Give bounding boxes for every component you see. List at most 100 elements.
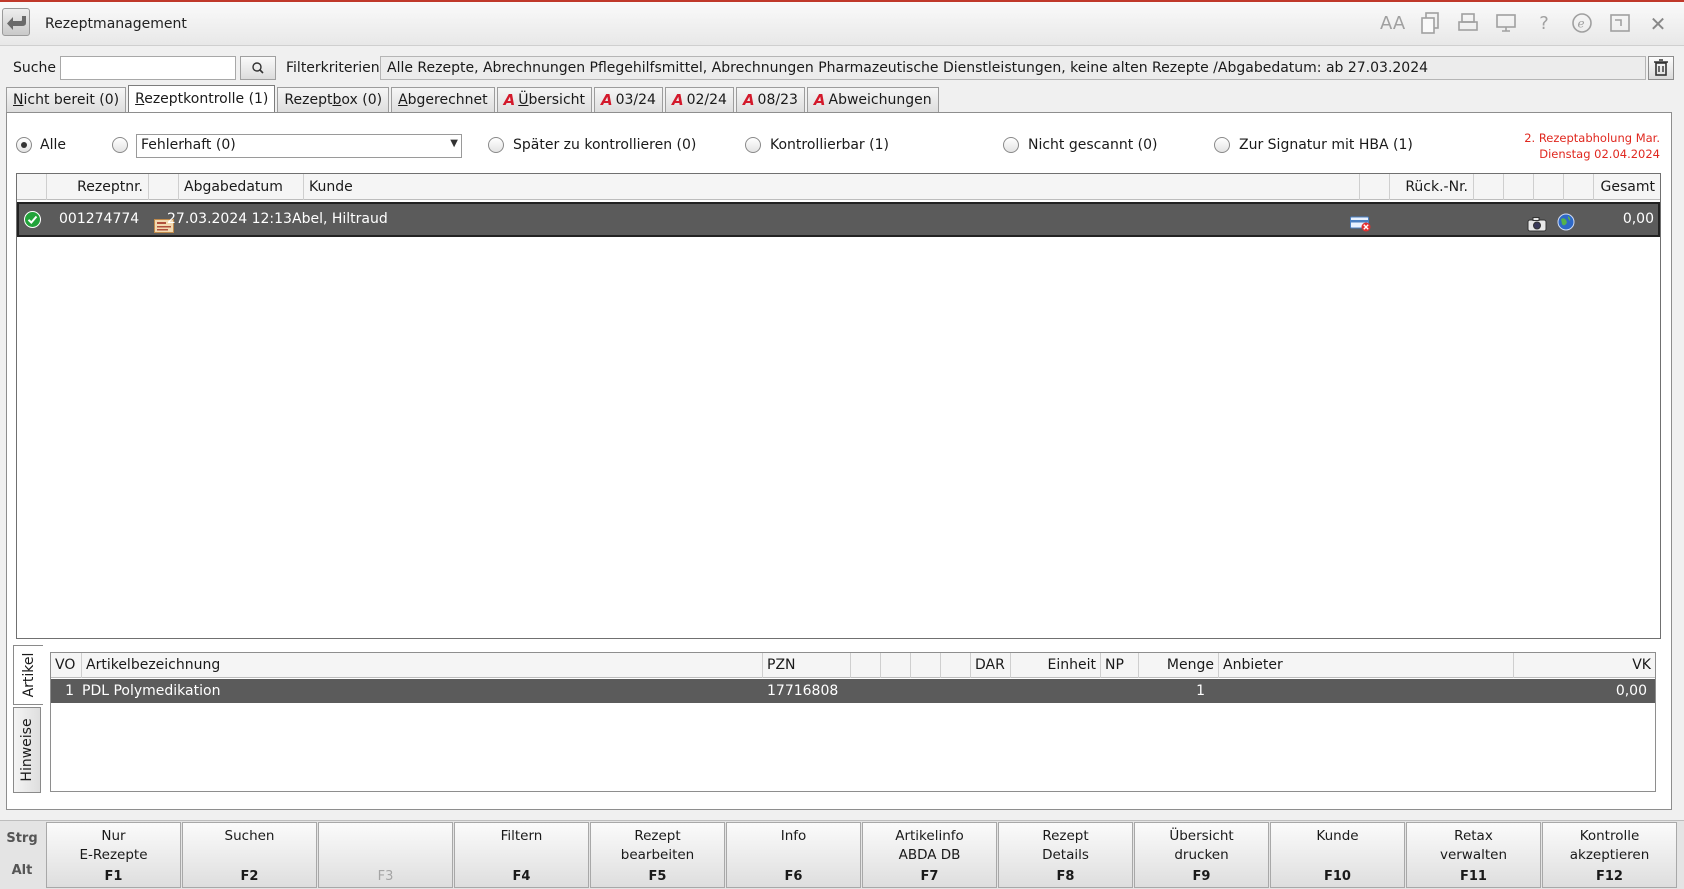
radio-nicht-gescannt[interactable]	[1003, 137, 1019, 153]
back-arrow-icon	[7, 16, 26, 30]
radio-signatur-label[interactable]: Zur Signatur mit HBA (1)	[1239, 137, 1413, 153]
modifier-strg[interactable]: Strg	[0, 831, 44, 846]
radio-spaeter[interactable]	[488, 137, 504, 153]
fehlerhaft-dropdown-value: Fehlerhaft (0)	[141, 137, 236, 153]
back-button[interactable]	[2, 8, 30, 36]
radio-nicht-gescannt-label[interactable]: Nicht gescannt (0)	[1028, 137, 1157, 153]
search-input[interactable]	[60, 56, 236, 80]
abda-logo-icon: A	[813, 91, 826, 109]
col-card[interactable]	[1360, 174, 1390, 200]
tab-08-23[interactable]: A 08/23	[735, 87, 805, 112]
tab-abweichungen[interactable]: A Abweichungen	[806, 87, 939, 112]
close-icon[interactable]: ✕	[1646, 12, 1670, 36]
search-label: Suche	[13, 60, 56, 76]
col-anbieter[interactable]: Anbieter	[1219, 653, 1514, 678]
f1-nur-e-rezepte-button[interactable]: Nur E-Rezepte F1	[46, 822, 181, 888]
check-ok-icon	[24, 211, 41, 229]
monitor-icon[interactable]	[1494, 12, 1518, 36]
col-scan[interactable]	[1534, 174, 1564, 200]
radio-spaeter-label[interactable]: Später zu kontrollieren (0)	[513, 137, 696, 153]
print-icon[interactable]	[1456, 12, 1480, 36]
f12-kontrolle-akzeptieren-button[interactable]: Kontrolle akzeptieren F12	[1542, 822, 1677, 888]
magnifier-icon	[252, 62, 264, 74]
f3-button[interactable]: F3	[318, 822, 453, 888]
col-einheit[interactable]: Einheit	[1011, 653, 1101, 678]
f2-suchen-button[interactable]: Suchen F2	[182, 822, 317, 888]
tab-uebersicht[interactable]: A Übersicht	[496, 87, 592, 112]
f9-uebersicht-drucken-button[interactable]: Übersicht drucken F9	[1134, 822, 1269, 888]
col-dar[interactable]: DAR	[971, 653, 1011, 678]
col-blank-d[interactable]	[941, 653, 971, 678]
col-artikelbezeichnung[interactable]: Artikelbezeichnung	[82, 653, 763, 678]
cell-rezeptnr: 001274774	[59, 211, 140, 227]
cell-vo: 1	[65, 683, 74, 699]
article-grid: VO Artikelbezeichnung PZN DAR Einheit NP…	[50, 652, 1656, 792]
article-grid-header: VO Artikelbezeichnung PZN DAR Einheit NP…	[51, 653, 1655, 678]
f10-kunde-button[interactable]: Kunde F10	[1270, 822, 1405, 888]
search-button[interactable]	[240, 56, 276, 80]
radio-kontrollierbar-label[interactable]: Kontrollierbar (1)	[770, 137, 889, 153]
tab-hinweise[interactable]: Hinweise	[13, 707, 41, 793]
function-key-bar: Strg Alt Nur E-Rezepte F1 Suchen F2 F3 Fil…	[0, 820, 1684, 889]
grid-header: Rezeptnr. Abgabedatum Kunde Rück.-Nr. Ge…	[17, 174, 1660, 200]
modifier-alt[interactable]: Alt	[0, 863, 44, 878]
col-np[interactable]: NP	[1101, 653, 1139, 678]
f5-rezept-bearbeiten-button[interactable]: Rezept bearbeiten F5	[590, 822, 725, 888]
globe-icon	[1557, 211, 1575, 231]
col-blank-1[interactable]	[1474, 174, 1504, 200]
col-blank-2[interactable]	[1504, 174, 1534, 200]
f7-artikelinfo-button[interactable]: Artikelinfo ABDA DB F7	[862, 822, 997, 888]
tab-abgerechnet[interactable]: Abgerechnet	[391, 87, 495, 112]
tab-03-24[interactable]: A 03/24	[594, 87, 663, 112]
title-toolbar: AA ? e ✕	[1380, 12, 1670, 36]
col-kunde[interactable]: Kunde	[304, 174, 1360, 200]
radio-fehlerhaft[interactable]	[112, 137, 128, 153]
prescription-grid: Rezeptnr. Abgabedatum Kunde Rück.-Nr. Ge…	[16, 173, 1661, 639]
col-gesamt[interactable]: Gesamt	[1594, 174, 1660, 200]
e-icon[interactable]: e	[1570, 12, 1594, 36]
f6-info-button[interactable]: Info F6	[726, 822, 861, 888]
col-vo[interactable]: VO	[51, 653, 82, 678]
radio-kontrollierbar[interactable]	[745, 137, 761, 153]
col-pzn[interactable]: PZN	[763, 653, 851, 678]
col-status[interactable]	[17, 174, 47, 200]
tab-rezeptbox[interactable]: Rezeptbox (0)	[277, 87, 390, 112]
tab-nicht-bereit[interactable]: Nicht bereit (0)	[6, 87, 127, 112]
col-menge[interactable]: Menge	[1139, 653, 1219, 678]
col-abgabedatum[interactable]: Abgabedatum	[179, 174, 304, 200]
radio-alle[interactable]	[16, 137, 32, 153]
col-vk[interactable]: VK	[1514, 653, 1655, 678]
tab-bar: Nicht bereit (0) Rezeptkontrolle (1) Rez…	[6, 85, 941, 112]
table-row[interactable]: 1 PDL Polymedikation 17716808 1 0,00	[51, 679, 1655, 703]
col-blank-b[interactable]	[881, 653, 911, 678]
f11-retax-verwalten-button[interactable]: Retax verwalten F11	[1406, 822, 1541, 888]
radio-alle-label[interactable]: Alle	[40, 137, 66, 153]
col-blank-a[interactable]	[851, 653, 881, 678]
svg-text:e: e	[1578, 17, 1585, 31]
filter-criteria-field[interactable]: Alle Rezepte, Abrechnungen Pflegehilfsmi…	[380, 56, 1646, 80]
col-blank-c[interactable]	[911, 653, 941, 678]
abda-logo-icon: A	[671, 91, 684, 109]
col-type[interactable]	[149, 174, 179, 200]
filter-label: Filterkriterien	[286, 60, 380, 76]
col-rezeptnr[interactable]: Rezeptnr.	[47, 174, 149, 200]
fehlerhaft-dropdown[interactable]: Fehlerhaft (0) ▼	[136, 134, 462, 158]
col-rueck-nr[interactable]: Rück.-Nr.	[1390, 174, 1474, 200]
font-size-icon[interactable]: AA	[1380, 12, 1405, 36]
pickup-info: 2. Rezeptabholung Mar. Dienstag 02.04.20…	[1524, 131, 1660, 161]
copy-icon[interactable]	[1418, 12, 1442, 36]
tab-artikel[interactable]: Artikel	[13, 645, 43, 705]
radio-signatur[interactable]	[1214, 137, 1230, 153]
f4-filtern-button[interactable]: Filtern F4	[454, 822, 589, 888]
clear-filter-button[interactable]	[1648, 56, 1674, 80]
cell-menge: 1	[1196, 683, 1205, 699]
help-icon[interactable]: ?	[1532, 12, 1556, 36]
f8-rezept-details-button[interactable]: Rezept Details F8	[998, 822, 1133, 888]
window-icon[interactable]	[1608, 12, 1632, 36]
cell-vk: 0,00	[1615, 683, 1647, 699]
table-row[interactable]: 001274774 27.03.2024 12:13 Abel, Hiltrau…	[17, 202, 1660, 237]
card-error-icon	[1350, 212, 1372, 232]
tab-02-24[interactable]: A 02/24	[664, 87, 734, 112]
tab-rezeptkontrolle[interactable]: Rezeptkontrolle (1)	[128, 85, 276, 112]
col-globe[interactable]	[1564, 174, 1594, 200]
